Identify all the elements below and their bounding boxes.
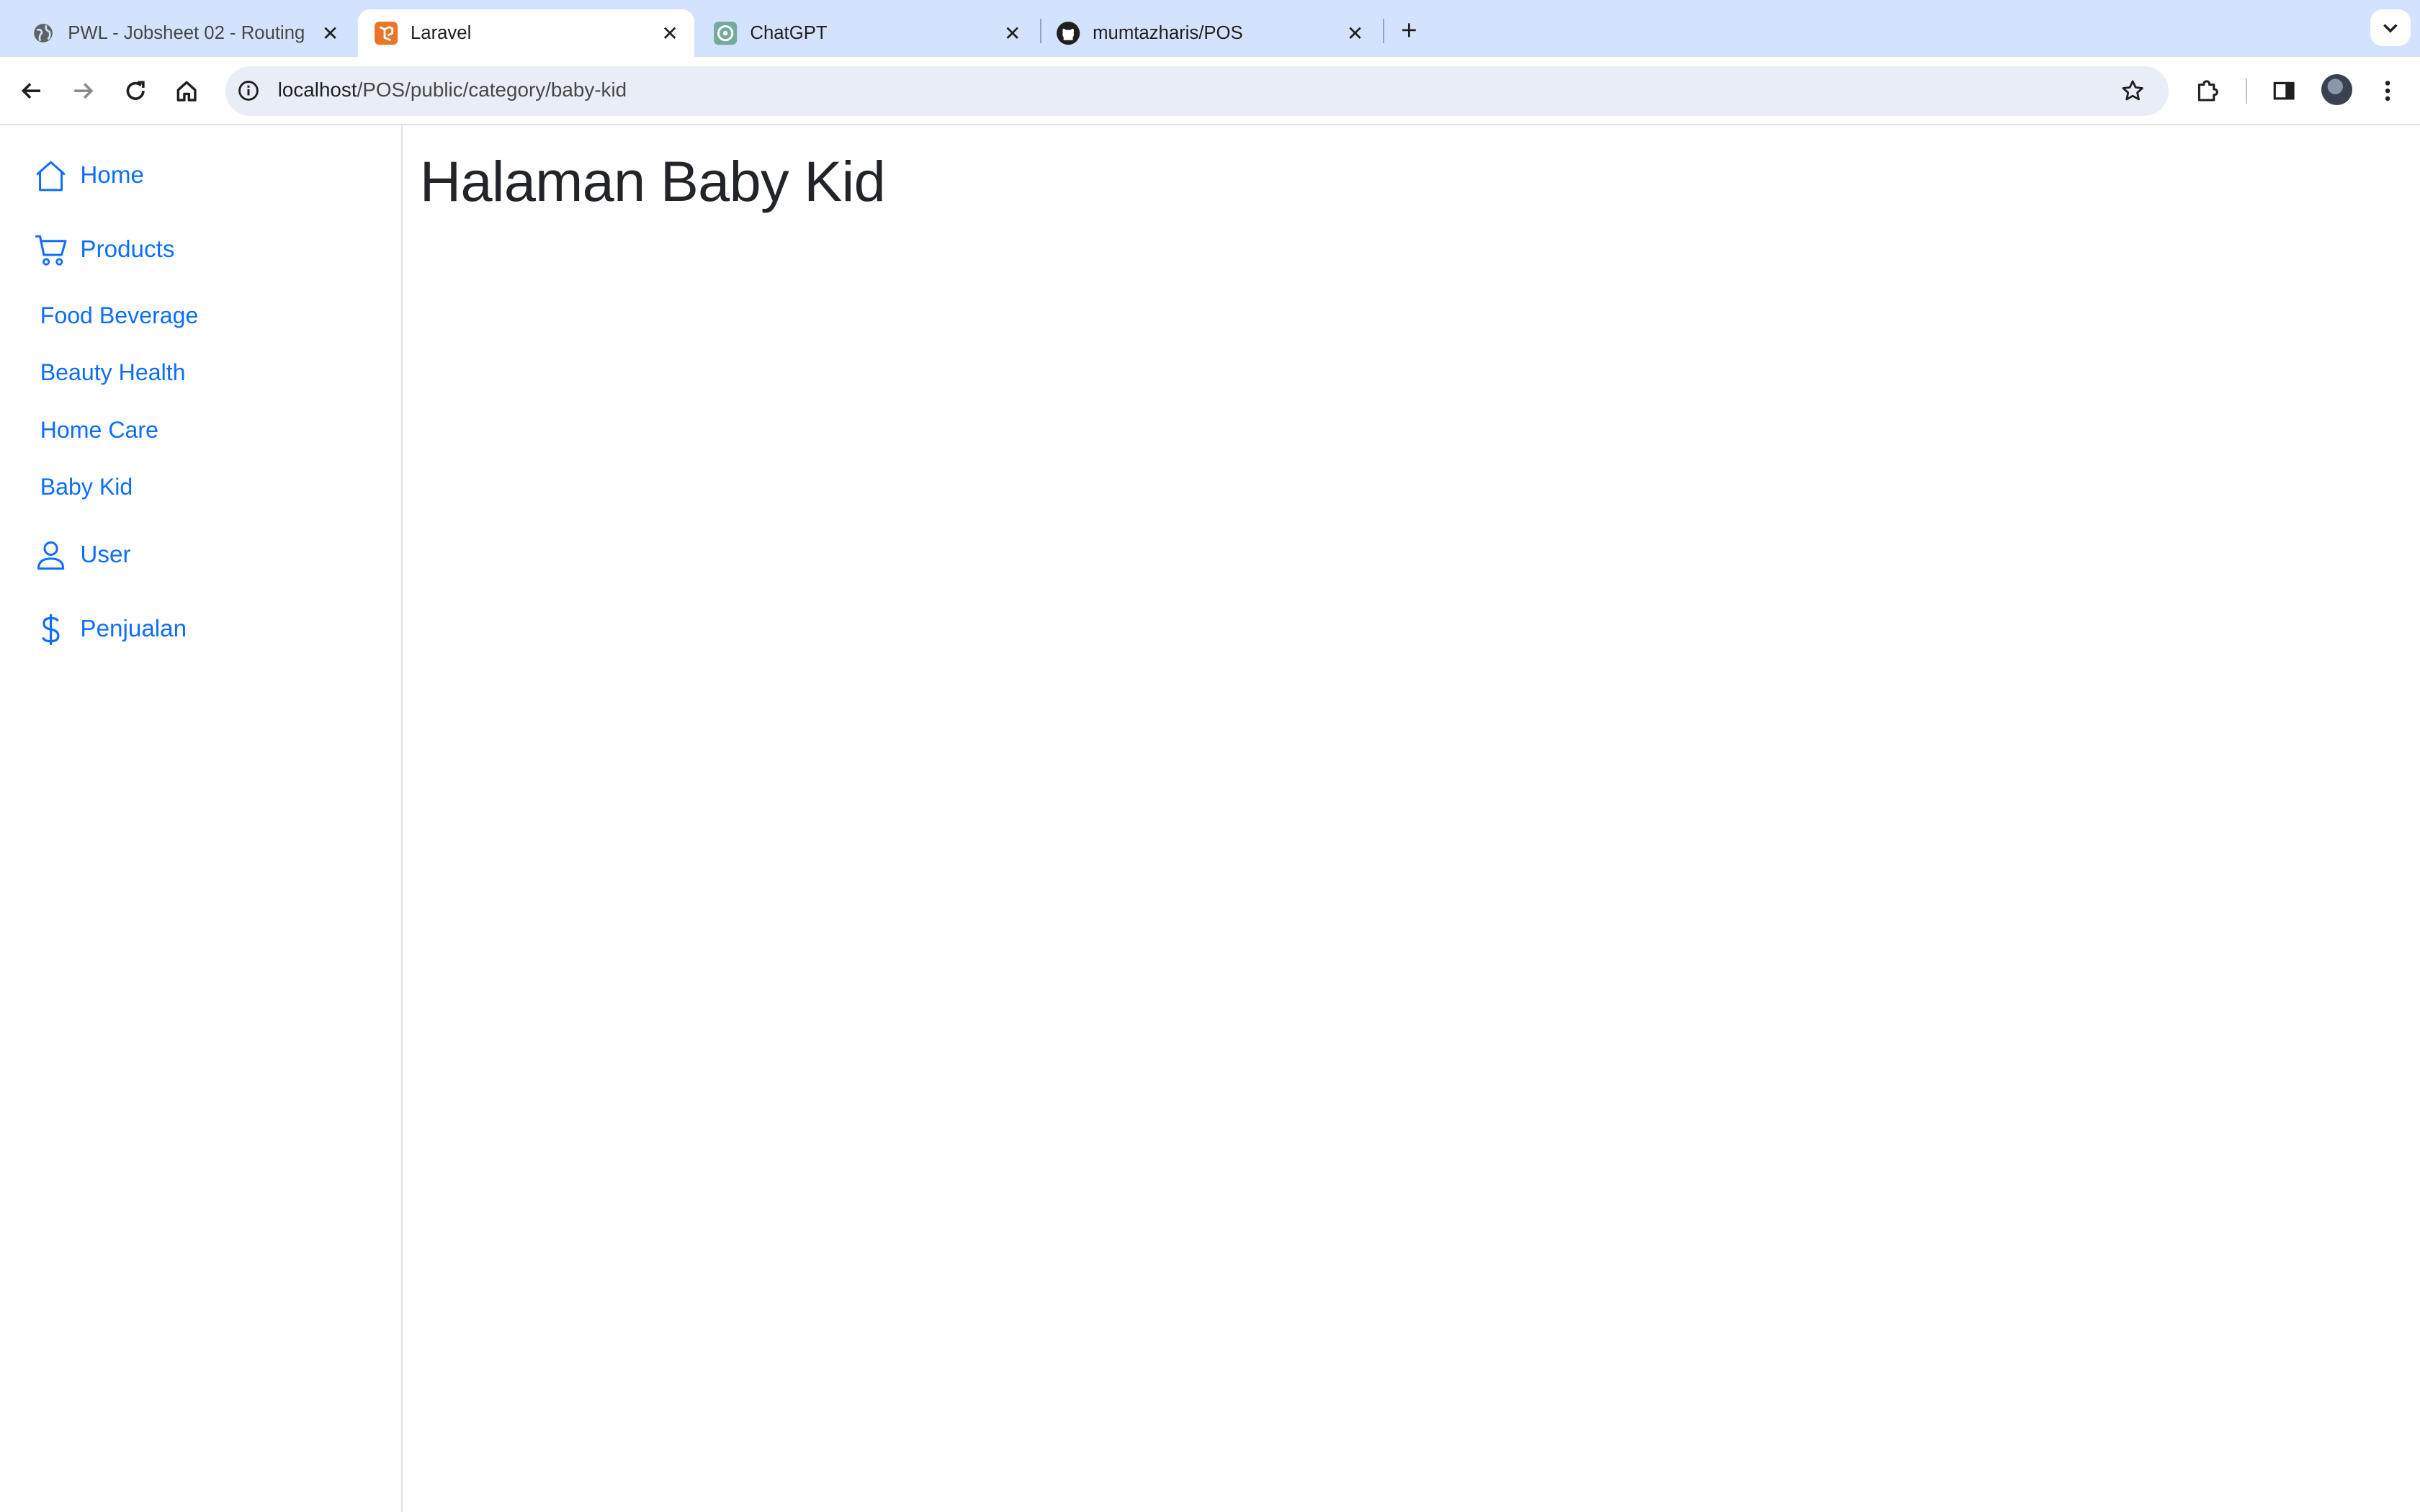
chevron-down-icon [2383, 24, 2398, 33]
sidebar-item-user[interactable]: User [34, 539, 131, 572]
reload-button[interactable] [115, 69, 158, 112]
tab-pwl-jobsheet[interactable]: PWL - Jobsheet 02 - Routing ✕ [15, 9, 354, 57]
browser-menu-button[interactable] [2366, 69, 2409, 112]
reload-icon [127, 81, 145, 101]
main-content: Halaman Baby Kid [419, 148, 886, 215]
puzzle-icon [2198, 80, 2218, 102]
house-icon [34, 159, 68, 193]
arrow-right-icon [73, 83, 93, 99]
url-host: localhost [277, 78, 357, 102]
more-vertical-icon [2385, 81, 2390, 102]
side-panel-button[interactable] [2262, 69, 2305, 112]
close-tab-icon[interactable]: ✕ [318, 21, 342, 45]
url-path: /POS/public/category/baby-kid [357, 78, 627, 102]
sidebar-item-food-beverage[interactable]: Food Beverage [40, 302, 199, 329]
forward-button[interactable] [62, 69, 105, 112]
tab-separator [1383, 18, 1385, 43]
browser-toolbar: localhost/POS/public/category/baby-kid [0, 57, 2420, 125]
sidebar: Home Products Food Beverage Beauty Healt… [0, 125, 403, 1512]
tab-title: Laravel [410, 22, 472, 43]
browser-tab-strip: PWL - Jobsheet 02 - Routing ✕ Laravel ✕ … [0, 0, 2420, 58]
tab-title: mumtazharis/POS [1093, 22, 1243, 43]
site-info-icon[interactable] [235, 77, 263, 105]
extensions-button[interactable] [2185, 69, 2228, 112]
side-panel-icon [2273, 82, 2295, 100]
back-button[interactable] [9, 69, 53, 112]
sidebar-item-label: Home [80, 162, 144, 189]
globe-icon [31, 21, 55, 45]
url-text[interactable]: localhost/POS/public/category/baby-kid [278, 78, 627, 102]
sidebar-item-home[interactable]: Home [34, 159, 144, 193]
home-icon [176, 81, 197, 102]
page-viewport: Home Products Food Beverage Beauty Healt… [0, 125, 2420, 1512]
home-button[interactable] [165, 69, 208, 112]
profile-avatar[interactable] [2321, 73, 2352, 105]
tab-chatgpt[interactable]: ChatGPT ✕ [698, 9, 1037, 57]
sidebar-item-products[interactable]: Products [34, 233, 174, 267]
new-tab-button[interactable]: + [1392, 14, 1426, 48]
close-tab-icon[interactable]: ✕ [1000, 21, 1025, 45]
tab-search-button[interactable] [2370, 9, 2411, 47]
dollar-icon [34, 613, 68, 647]
sidebar-item-penjualan[interactable]: Penjualan [34, 613, 187, 647]
laravel-icon [374, 21, 398, 45]
sidebar-item-label: User [80, 541, 131, 569]
bookmark-star-icon[interactable] [2118, 76, 2148, 107]
toolbar-divider [2245, 78, 2247, 104]
sidebar-item-label: Penjualan [80, 616, 187, 643]
tab-title: PWL - Jobsheet 02 - Routing [68, 22, 305, 43]
chatgpt-icon [713, 21, 738, 45]
tab-laravel[interactable]: Laravel ✕ [358, 9, 695, 58]
tab-github-pos[interactable]: mumtazharis/POS ✕ [1040, 9, 1379, 57]
tab-title: ChatGPT [750, 22, 828, 43]
sidebar-item-home-care[interactable]: Home Care [40, 417, 158, 444]
address-bar[interactable]: localhost/POS/public/category/baby-kid [225, 66, 2169, 116]
sidebar-item-label: Products [80, 236, 175, 264]
close-tab-icon[interactable]: ✕ [1343, 21, 1367, 45]
github-icon [1056, 21, 1080, 45]
sidebar-item-baby-kid[interactable]: Baby Kid [40, 474, 133, 500]
arrow-left-icon [21, 83, 40, 99]
close-tab-icon[interactable]: ✕ [658, 21, 682, 45]
cart-icon [34, 233, 68, 267]
person-icon [34, 539, 68, 572]
sidebar-item-beauty-health[interactable]: Beauty Health [40, 359, 186, 386]
page-title: Halaman Baby Kid [419, 148, 886, 213]
